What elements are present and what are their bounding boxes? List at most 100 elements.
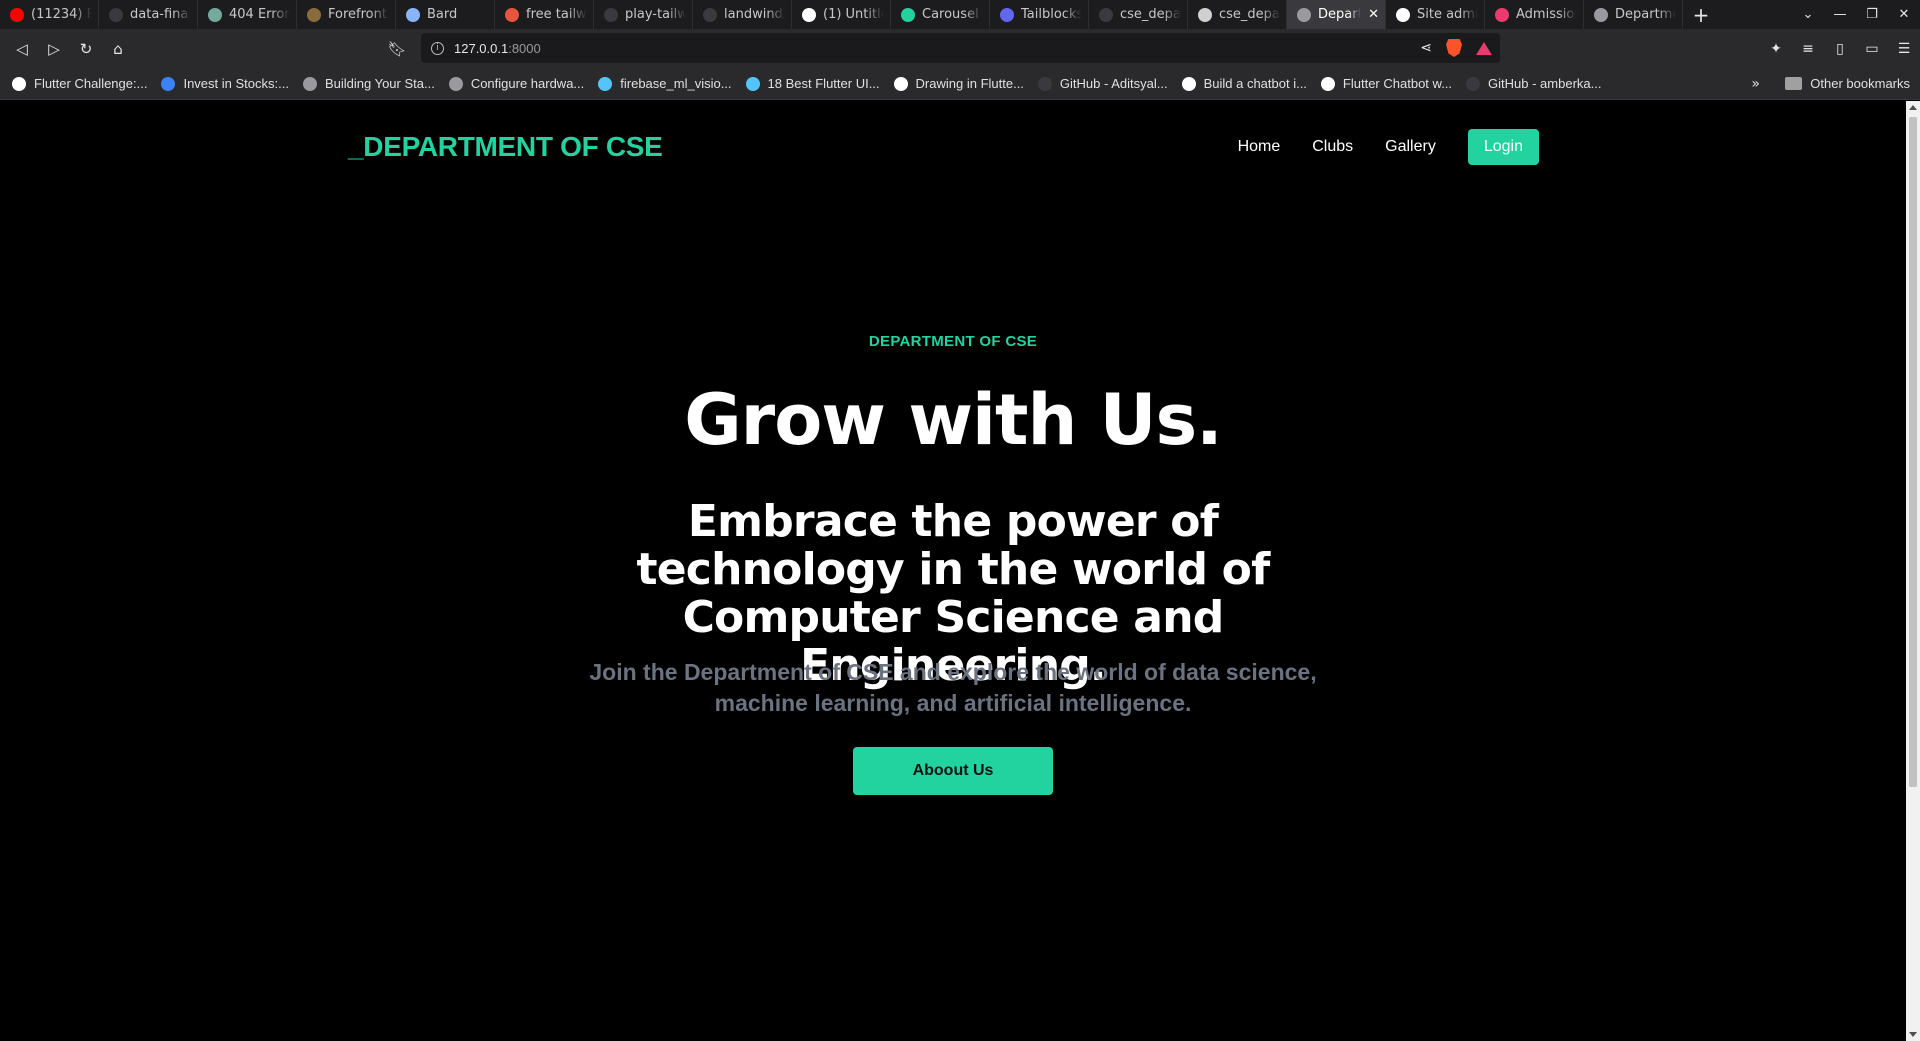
bookmark-item[interactable]: Invest in Stocks:... [161, 76, 289, 91]
site-nav: Home Clubs Gallery Login [1238, 129, 1539, 165]
page-content: _DEPARTMENT OF CSE Home Clubs Gallery Lo… [0, 101, 1906, 1041]
browser-tab[interactable]: Site admin [1386, 0, 1485, 29]
flutter-icon [598, 76, 613, 91]
sidebar-icon[interactable]: ▯ [1824, 41, 1856, 57]
medium-icon [12, 76, 26, 91]
wallet-icon[interactable]: ▭ [1856, 41, 1888, 57]
tab-list-chevron-icon[interactable]: ⌄ [1792, 7, 1824, 22]
tab-strip: (11234) Rea data-finan 404 Error: 5 Forefro… [0, 0, 1920, 29]
folder-icon [1785, 77, 1803, 90]
bookmark-item[interactable]: Flutter Challenge:... [12, 76, 147, 91]
bookmark-item[interactable]: Flutter Chatbot w... [1320, 76, 1452, 91]
browser-tab[interactable]: Carousel | [891, 0, 990, 29]
browser-tab[interactable]: (1) Untitle [792, 0, 891, 29]
url-text: 127.0.0.1:8000 [454, 40, 541, 56]
bookmark-item[interactable]: Configure hardwa... [448, 76, 584, 91]
window-controls: ⌄ — ❐ ✕ [1792, 0, 1920, 29]
chatgpt-icon [208, 7, 222, 22]
scroll-up-icon[interactable] [1909, 105, 1917, 110]
globe-icon [1297, 7, 1311, 22]
bookmarks-overflow-button[interactable]: » [1751, 76, 1760, 92]
address-bar[interactable]: i 127.0.0.1:8000 ⋖ [421, 33, 1500, 63]
nav-gallery-link[interactable]: Gallery [1385, 138, 1436, 156]
tab-label: (11234) Rea [31, 7, 92, 22]
bookmark-item[interactable]: firebase_ml_visio... [598, 76, 732, 91]
close-window-icon[interactable]: ✕ [1888, 7, 1920, 22]
share-icon[interactable]: ⋖ [1420, 40, 1432, 56]
browser-tab[interactable]: cse_depar [1188, 0, 1287, 29]
browser-tab[interactable]: landwind/ [693, 0, 792, 29]
page-scrollbar[interactable] [1906, 101, 1920, 1041]
medium-icon [1320, 76, 1335, 91]
hero-lead: Join the Department of CSE and explore t… [589, 659, 1317, 716]
browser-tab[interactable]: Departi ✕ [1287, 0, 1386, 29]
globe-icon [448, 76, 463, 91]
tab-label: play-tailw [625, 7, 686, 22]
browser-tab[interactable]: cse_depar [1089, 0, 1188, 29]
bookmark-label: GitHub - amberka... [1488, 76, 1602, 91]
brave-shields-icon[interactable] [1446, 39, 1462, 57]
bookmark-item[interactable]: Building Your Sta... [302, 76, 435, 91]
github-icon [1466, 76, 1481, 91]
scroll-down-icon[interactable] [1909, 1032, 1917, 1037]
bookmark-label: Invest in Stocks:... [183, 76, 289, 91]
stocks-icon [161, 76, 176, 91]
bookmark-item[interactable]: Build a chatbot i... [1181, 76, 1307, 91]
bookmark-item[interactable]: 18 Best Flutter UI... [745, 76, 880, 91]
site-brand[interactable]: _DEPARTMENT OF CSE [348, 131, 663, 163]
bookmark-item[interactable]: GitHub - amberka... [1466, 76, 1601, 91]
browser-tab[interactable]: free tailwi [495, 0, 594, 29]
bookmark-item[interactable]: GitHub - Aditsyal... [1037, 76, 1168, 91]
scrollbar-thumb[interactable] [1909, 117, 1917, 787]
tailblocks-icon [1000, 7, 1014, 22]
forward-icon[interactable]: ▷ [38, 33, 70, 65]
github-icon [604, 7, 618, 22]
tab-label: Admission [1516, 7, 1577, 22]
other-bookmarks-label: Other bookmarks [1810, 76, 1910, 91]
tab-label: Bard [427, 7, 458, 22]
bookmarks-bar: Flutter Challenge:... Invest in Stocks:..… [0, 68, 1920, 100]
bookmark-label: Building Your Sta... [324, 76, 435, 91]
flowbite-icon [901, 7, 915, 22]
browser-tab[interactable]: Tailblocks [990, 0, 1089, 29]
tab-label: cse_depar [1120, 7, 1181, 22]
tab-label: free tailwi [526, 7, 587, 22]
tab-label: Carousel | [922, 7, 983, 22]
globe-icon [1198, 7, 1212, 22]
browser-tab[interactable]: data-finan [99, 0, 198, 29]
brave-rewards-icon[interactable] [1476, 41, 1492, 55]
minimize-icon[interactable]: — [1824, 7, 1856, 22]
bookmark-page-icon[interactable]: 🔖︎ [381, 33, 413, 65]
tab-label: landwind/ [724, 7, 785, 22]
browser-tab[interactable]: Admission [1485, 0, 1584, 29]
close-tab-icon[interactable]: ✕ [1368, 7, 1379, 22]
nav-home-link[interactable]: Home [1238, 138, 1281, 156]
bookmark-item[interactable]: Drawing in Flutte... [893, 76, 1024, 91]
bookmark-label: Flutter Challenge:... [34, 76, 148, 91]
bookmark-label: 18 Best Flutter UI... [767, 76, 880, 91]
hero-title: Grow with Us. [684, 379, 1223, 461]
about-us-button[interactable]: Aboout Us [853, 747, 1053, 795]
tab-label: Site admin [1417, 7, 1478, 22]
new-tab-button[interactable]: + [1683, 0, 1719, 29]
extensions-icon[interactable]: ✦ [1760, 41, 1792, 57]
browser-tab[interactable]: Forefront c [297, 0, 396, 29]
browser-tab[interactable]: (11234) Rea [0, 0, 99, 29]
site-info-icon[interactable]: i [431, 41, 444, 55]
menu-icon[interactable]: ☰ [1888, 41, 1920, 57]
browser-tab[interactable]: Bard [396, 0, 495, 29]
medium-icon [1181, 76, 1196, 91]
browser-tab[interactable]: 404 Error: 5 [198, 0, 297, 29]
other-bookmarks-folder[interactable]: Other bookmarks [1785, 76, 1910, 91]
bookmark-label: Build a chatbot i... [1203, 76, 1307, 91]
browser-tab[interactable]: play-tailw [594, 0, 693, 29]
reload-icon[interactable]: ↻ [70, 33, 102, 65]
browser-tab[interactable]: Departmen [1584, 0, 1683, 29]
restore-icon[interactable]: ❐ [1856, 7, 1888, 22]
nav-clubs-link[interactable]: Clubs [1312, 138, 1353, 156]
tab-label: Forefront c [328, 7, 389, 22]
home-icon[interactable]: ⌂ [102, 33, 134, 65]
playlist-icon[interactable]: ≡ [1792, 41, 1824, 57]
back-icon[interactable]: ◁ [6, 33, 38, 65]
login-button[interactable]: Login [1467, 129, 1539, 165]
